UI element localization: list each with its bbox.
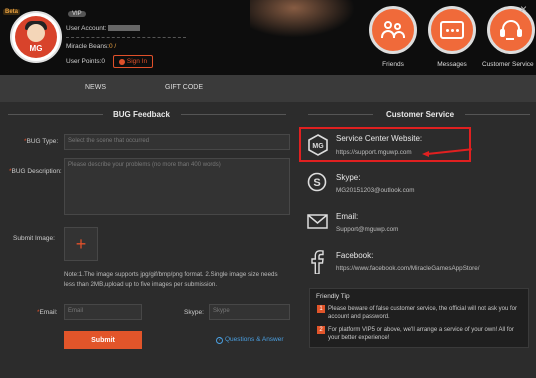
messages-icon	[440, 21, 464, 39]
bug-feedback-title: BUG Feedback	[113, 110, 170, 119]
header-divider	[66, 37, 186, 38]
email-field[interactable]: Email	[64, 304, 142, 320]
calendar-icon	[118, 58, 125, 65]
email-label: *Email:	[37, 309, 58, 316]
highlight-arrow-head	[422, 151, 429, 157]
upload-image-button[interactable]: +	[64, 227, 98, 261]
header-glow-decoration	[250, 0, 360, 40]
user-points-label: User Points:	[66, 58, 102, 65]
customer-service-title: Customer Service	[386, 110, 455, 119]
header: Beta MG VIP User Account: Miracle Beans:…	[0, 0, 536, 75]
skype-value: MG20151203@outlook.com	[336, 187, 415, 194]
user-points-row: User Points:0	[66, 58, 105, 65]
skype-label: Skype:	[184, 309, 204, 316]
bug-description-textarea[interactable]: Please describe your problems (no more t…	[64, 158, 290, 215]
questions-answer-link[interactable]: ? Questions & Answer	[216, 336, 284, 344]
svg-text:S: S	[313, 177, 320, 189]
messages-label: Messages	[437, 61, 467, 68]
plus-icon: +	[75, 233, 87, 254]
facebook-link[interactable]: https://www.facebook.com/MiracleGamesApp…	[336, 265, 480, 272]
tab-news[interactable]: NEWS	[85, 84, 106, 91]
tab-bar: NEWS GIFT CODE	[0, 75, 536, 102]
question-icon: ?	[216, 337, 223, 344]
miracle-beans-label: Miracle Beans:	[66, 43, 109, 50]
messages-button[interactable]	[428, 6, 476, 54]
miracle-beans-row: Miracle Beans:0 /	[66, 43, 116, 50]
tip-text: For platform VIP5 or above, we'll arrang…	[328, 327, 514, 341]
avatar-image: MG	[15, 16, 57, 58]
avatar[interactable]: MG	[10, 11, 62, 63]
tip-item: 1 Please beware of false customer service…	[317, 305, 525, 321]
sign-in-button[interactable]: Sign In	[113, 55, 153, 68]
submit-image-label: Submit Image:	[13, 235, 55, 242]
friends-button[interactable]	[369, 6, 417, 54]
vip-badge: VIP	[68, 11, 86, 17]
user-points-value: 0	[101, 58, 106, 65]
tab-gift-code[interactable]: GIFT CODE	[165, 84, 203, 91]
email-value: Support@mguwp.com	[336, 226, 399, 233]
friendly-tip-box: Friendly Tip 1 Please beware of false cus…	[309, 288, 529, 348]
facebook-icon	[311, 250, 324, 274]
tip-number-badge: 1	[317, 305, 325, 313]
bug-description-label: *BUG Description:	[9, 168, 62, 175]
tip-item: 2 For platform VIP5 or above, we'll arran…	[317, 326, 525, 342]
submit-button[interactable]: Submit	[64, 331, 142, 349]
customer-service-title-line-right	[465, 114, 530, 115]
email-title: Email:	[336, 212, 359, 221]
user-account-row: User Account:	[66, 25, 141, 32]
close-icon[interactable]: ×	[520, 2, 527, 16]
miracle-beans-value: 0 /	[109, 43, 117, 50]
bug-type-label: *BUG Type:	[24, 138, 59, 145]
friends-label: Friends	[382, 61, 404, 68]
customer-service-button[interactable]	[487, 6, 535, 54]
avatar-face	[27, 24, 45, 42]
tip-number-badge: 2	[317, 326, 325, 334]
bug-type-select[interactable]: Select the scene that occurred	[64, 134, 290, 150]
user-account-redacted	[108, 25, 141, 32]
sign-in-label: Sign In	[126, 58, 148, 65]
friends-icon	[381, 20, 405, 40]
tip-text: Please beware of false customer service,…	[328, 306, 517, 320]
skype-field[interactable]: Skype	[209, 304, 290, 320]
website-title: Service Center Website:	[336, 134, 423, 143]
svg-text:MG: MG	[312, 143, 324, 150]
customer-service-title-line-left	[308, 114, 373, 115]
mail-icon	[307, 214, 328, 229]
skype-title: Skype:	[336, 173, 361, 182]
beta-badge: Beta	[3, 9, 21, 15]
headset-icon	[500, 19, 522, 41]
website-link[interactable]: https://support.mguwp.com	[336, 149, 412, 156]
user-account-label: User Account:	[66, 25, 107, 32]
image-note: Note:1.The image supports jpg/gif/bmp/pn…	[64, 271, 278, 288]
mg-logo-icon: MG	[308, 134, 328, 156]
facebook-title: Facebook:	[336, 251, 374, 260]
friendly-tip-title: Friendly Tip	[316, 293, 350, 300]
customer-service-label: Customer Service	[482, 61, 534, 68]
avatar-logo-text: MG	[29, 44, 43, 53]
skype-icon: S	[307, 172, 327, 192]
bug-feedback-title-line-left	[8, 114, 103, 115]
bug-feedback-title-line-right	[181, 114, 286, 115]
